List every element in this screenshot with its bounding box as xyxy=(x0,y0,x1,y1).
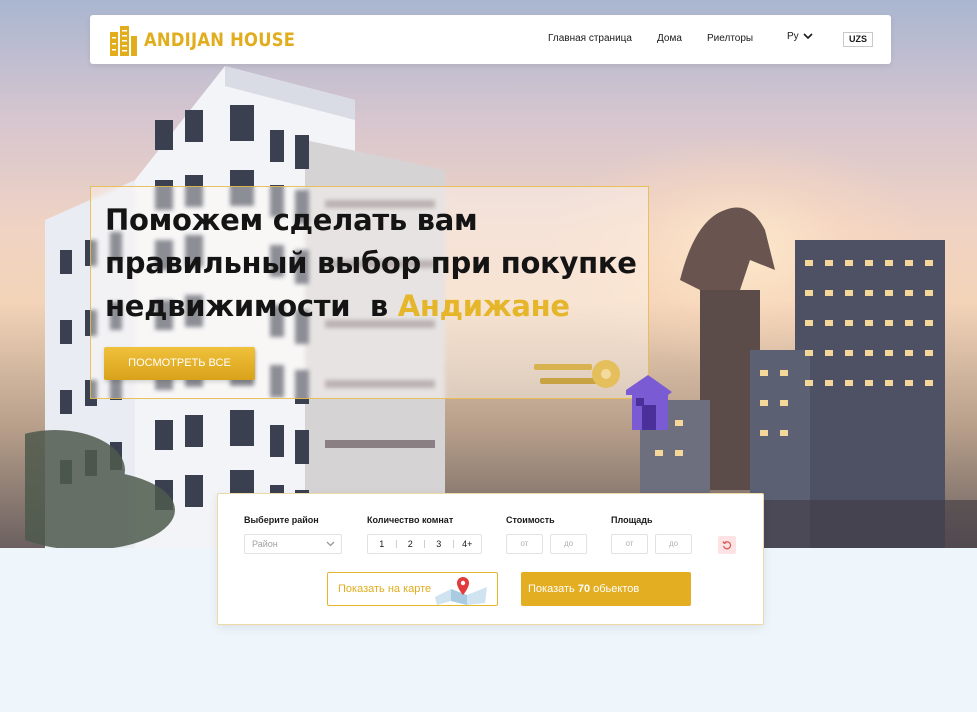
headline-line-3: недвижимости в Андижане xyxy=(105,285,645,328)
price-from-input[interactable]: от xyxy=(506,534,543,554)
building-logo-icon xyxy=(110,26,137,56)
reset-button[interactable] xyxy=(718,536,736,554)
currency-toggle[interactable]: UZS xyxy=(843,32,873,47)
room-option-1[interactable]: 1 xyxy=(368,539,396,549)
area-label: Площадь xyxy=(611,515,653,525)
rooms-label: Количество комнат xyxy=(367,515,454,525)
language-label: Ру xyxy=(787,31,799,42)
area-from-input[interactable]: от xyxy=(611,534,648,554)
show-suffix: обьектов xyxy=(593,583,640,595)
price-label: Стоимость xyxy=(506,515,555,525)
map-button-label: Показать на карте xyxy=(338,583,432,595)
room-option-4plus[interactable]: 4+ xyxy=(454,539,482,549)
room-option-3[interactable]: 3 xyxy=(425,539,453,549)
show-prefix: Показать xyxy=(528,583,575,595)
show-on-map-button[interactable]: Показать на карте xyxy=(327,572,498,606)
show-results-button[interactable]: Показать 70 обьектов xyxy=(521,572,691,606)
headline-line-2: правильный выбор при покупке xyxy=(105,246,637,280)
chevron-down-icon xyxy=(326,541,335,547)
rooms-selector: 1 2 3 4+ xyxy=(367,534,482,554)
nav-home[interactable]: Главная страница xyxy=(548,33,632,44)
headline-line-3-text: недвижимости в xyxy=(105,289,388,323)
area-to-input[interactable]: до xyxy=(655,534,692,554)
language-selector[interactable]: Ру xyxy=(787,31,813,42)
reset-icon xyxy=(722,541,732,550)
district-select[interactable]: Район xyxy=(244,534,342,554)
search-panel: Выберите район Район Количество комнат 1… xyxy=(217,493,764,625)
headline-line-1: Поможем сделать вам xyxy=(105,203,478,237)
nav-realtors[interactable]: Риелторы xyxy=(707,33,753,44)
results-count: 70 xyxy=(577,583,591,595)
map-pin-icon xyxy=(435,577,487,605)
room-option-2[interactable]: 2 xyxy=(397,539,425,549)
district-label: Выберите район xyxy=(244,515,319,525)
logo-text: ANDIJAN HOUSE xyxy=(144,29,296,51)
keys-icon xyxy=(534,360,672,430)
price-to-input[interactable]: до xyxy=(550,534,587,554)
district-placeholder: Район xyxy=(252,539,278,549)
nav-houses[interactable]: Дома xyxy=(657,33,682,44)
site-header: ANDIJAN HOUSE Главная страница Дома Риел… xyxy=(90,15,891,64)
chevron-down-icon xyxy=(803,33,813,40)
hero-headline: Поможем сделать вам правильный выбор при… xyxy=(105,199,645,328)
headline-accent: Андижане xyxy=(397,289,570,323)
logo[interactable]: ANDIJAN HOUSE xyxy=(108,24,320,56)
view-all-button[interactable]: ПОСМОТРЕТЬ ВСЕ xyxy=(104,347,255,380)
